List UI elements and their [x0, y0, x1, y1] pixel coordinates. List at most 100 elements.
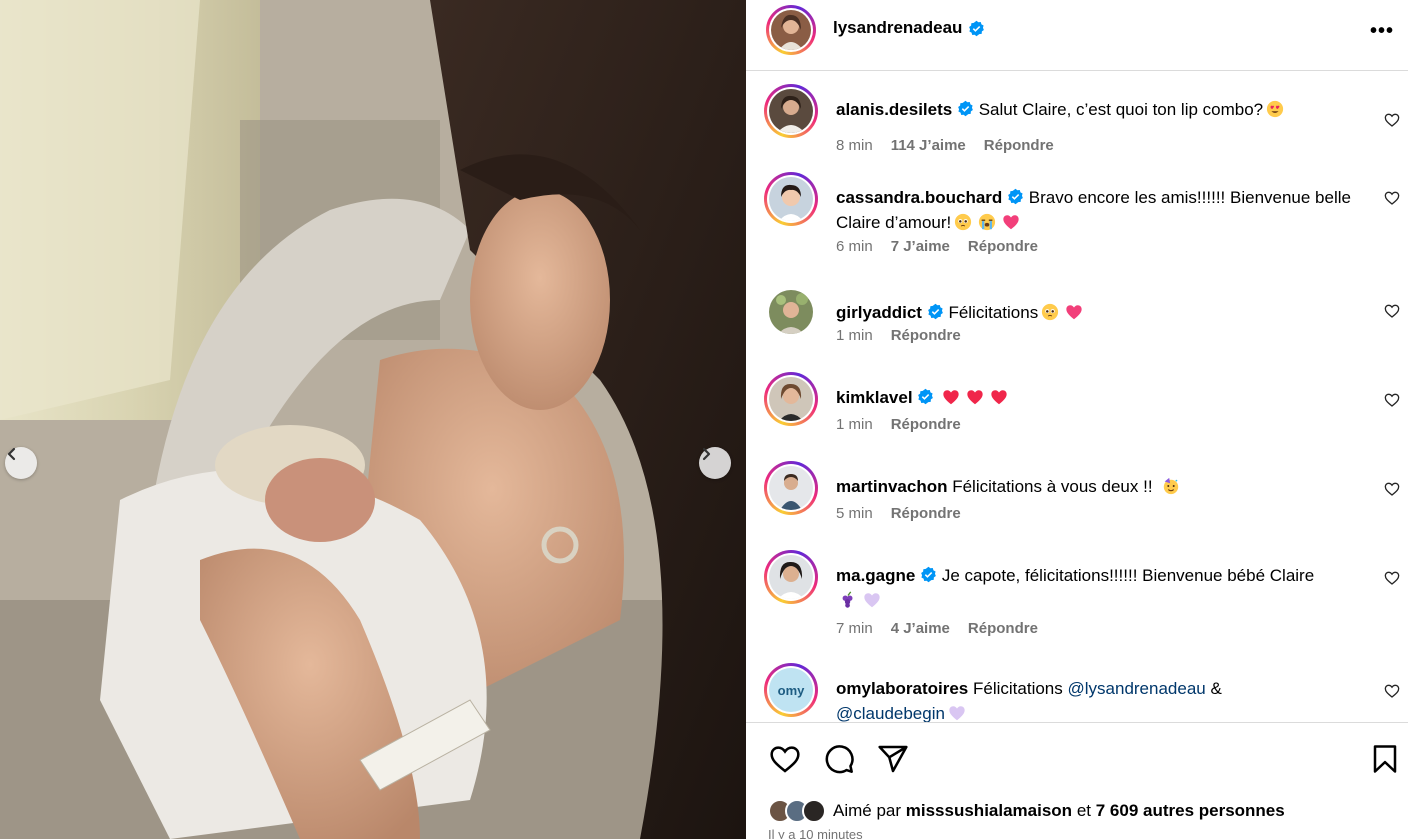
- comment-time[interactable]: 1 min: [836, 327, 873, 344]
- comment-like-count[interactable]: 4 J’aime: [891, 620, 950, 637]
- verified-badge-icon: [918, 388, 934, 405]
- pink-heart-emoji-icon: [1003, 215, 1019, 230]
- comment-like-count[interactable]: 114 J’aime: [891, 137, 966, 154]
- comment-body: Félicitations à vous deux !!: [952, 477, 1153, 496]
- verified-badge-icon: [927, 303, 943, 320]
- chevron-right-icon: [702, 447, 711, 461]
- reply-button[interactable]: Répondre: [891, 416, 961, 433]
- more-options-button[interactable]: •••: [1370, 20, 1394, 43]
- commenter-avatar-ring[interactable]: [764, 550, 818, 604]
- verified-badge-icon: [969, 20, 985, 36]
- avatar: [769, 555, 813, 599]
- mention-link[interactable]: @claudebegin: [836, 704, 945, 722]
- next-photo-button[interactable]: [699, 447, 731, 479]
- save-bookmark-icon[interactable]: [1370, 743, 1400, 775]
- liked-by-username[interactable]: misssushialamaison: [906, 801, 1072, 820]
- comment-username[interactable]: omylaboratoires: [836, 679, 968, 698]
- avatar: [769, 466, 813, 510]
- chevron-left-icon: [7, 447, 16, 461]
- comment-text-line: martinvachon Félicitations à vous deux !…: [836, 474, 1356, 499]
- avatar: [802, 799, 826, 823]
- commenter-avatar-ring[interactable]: [764, 172, 818, 226]
- reply-button[interactable]: Répondre: [891, 327, 961, 344]
- comment-text-line: cassandra.bouchard Bravo encore les amis…: [836, 185, 1356, 235]
- comment-like-count[interactable]: 7 J’aime: [891, 238, 950, 255]
- comment-meta: 1 min Répondre: [836, 416, 961, 433]
- author-username-row: lysandrenadeau: [833, 18, 985, 38]
- author-username[interactable]: lysandrenadeau: [833, 18, 962, 38]
- avatar: [769, 177, 813, 221]
- comment-text-line: girlyaddict Félicitations: [836, 300, 1356, 325]
- avatar: [771, 10, 811, 50]
- likes-summary: Aimé par misssushialamaison et 7 609 aut…: [768, 799, 1285, 823]
- comment-meta: 5 min Répondre: [836, 505, 961, 522]
- comment-time[interactable]: 8 min: [836, 137, 873, 154]
- comment-username[interactable]: martinvachon: [836, 477, 947, 496]
- comment-time[interactable]: 5 min: [836, 505, 873, 522]
- loudly-crying-emoji-icon: [979, 213, 996, 231]
- lavender-heart-emoji-icon: [864, 593, 880, 608]
- comment-username[interactable]: girlyaddict: [836, 303, 922, 322]
- like-heart-icon[interactable]: [768, 743, 802, 775]
- avatar: [769, 89, 813, 133]
- post-details-panel: lysandrenadeau ••• alanis.desilets Salut…: [746, 0, 1408, 839]
- like-comment-heart-icon[interactable]: [1384, 190, 1400, 206]
- post-timestamp[interactable]: Il y a 10 minutes: [768, 827, 863, 839]
- like-comment-heart-icon[interactable]: [1384, 481, 1400, 497]
- comment-username[interactable]: cassandra.bouchard: [836, 188, 1002, 207]
- post-header: lysandrenadeau •••: [746, 0, 1408, 71]
- likes-text: Aimé par misssushialamaison et 7 609 aut…: [833, 801, 1285, 821]
- author-avatar-ring[interactable]: [766, 5, 816, 55]
- like-comment-heart-icon[interactable]: [1384, 683, 1400, 699]
- comment-meta: 6 min 7 J’aime Répondre: [836, 238, 1038, 255]
- comment-time[interactable]: 7 min: [836, 620, 873, 637]
- others-count-link[interactable]: 7 609 autres personnes: [1096, 801, 1285, 820]
- comments-list[interactable]: alanis.desilets Salut Claire, c’est quoi…: [746, 72, 1408, 722]
- red-heart-emoji-icon: [967, 390, 983, 405]
- avatar: [769, 377, 813, 421]
- comment-text-line: kimklavel: [836, 385, 1356, 410]
- liked-by-connector: et: [1076, 801, 1091, 820]
- comment-time[interactable]: 1 min: [836, 416, 873, 433]
- previous-photo-button[interactable]: [5, 447, 37, 479]
- avatar[interactable]: [769, 290, 813, 334]
- reply-button[interactable]: Répondre: [968, 238, 1038, 255]
- like-comment-heart-icon[interactable]: [1384, 392, 1400, 408]
- reply-button[interactable]: Répondre: [968, 620, 1038, 637]
- comment-text-line: omylaboratoires Félicitations @lysandren…: [836, 676, 1356, 722]
- verified-badge-icon: [921, 566, 936, 583]
- comment-body: Je capote, félicitations!!!!!! Bienvenue…: [941, 566, 1315, 585]
- red-heart-emoji-icon: [991, 390, 1007, 405]
- commenter-avatar-ring[interactable]: omy: [764, 663, 818, 717]
- commenter-avatar-ring[interactable]: [764, 372, 818, 426]
- like-comment-heart-icon[interactable]: [1384, 570, 1400, 586]
- reply-button[interactable]: Répondre: [891, 505, 961, 522]
- comment-meta: 1 min Répondre: [836, 327, 961, 344]
- mention-link[interactable]: @lysandrenadeau: [1068, 679, 1206, 698]
- comment-bubble-icon[interactable]: [822, 743, 856, 775]
- liked-by-prefix: Aimé par: [833, 801, 902, 820]
- reply-button[interactable]: Répondre: [984, 137, 1054, 154]
- like-comment-heart-icon[interactable]: [1384, 303, 1400, 319]
- heart-eyes-emoji-icon: [1267, 100, 1284, 118]
- comment-username[interactable]: ma.gagne: [836, 566, 915, 585]
- comment-meta: 8 min 114 J’aime Répondre: [836, 137, 1054, 154]
- comment-username[interactable]: alanis.desilets: [836, 100, 952, 119]
- commenter-avatar-ring[interactable]: [764, 84, 818, 138]
- post-footer: Aimé par misssushialamaison et 7 609 aut…: [746, 722, 1408, 839]
- like-comment-heart-icon[interactable]: [1384, 112, 1400, 128]
- verified-badge-icon: [1008, 188, 1023, 205]
- avatar: omy: [769, 668, 813, 712]
- brand-logo-text: omy: [777, 682, 805, 698]
- comment-text-line: ma.gagne Je capote, félicitations!!!!!! …: [836, 563, 1356, 613]
- verified-badge-icon: [958, 100, 973, 117]
- comment-time[interactable]: 6 min: [836, 238, 873, 255]
- grapes-emoji-icon: [842, 591, 853, 608]
- share-paper-plane-icon[interactable]: [876, 743, 910, 775]
- comment-username[interactable]: kimklavel: [836, 388, 913, 407]
- commenter-avatar-ring[interactable]: [764, 461, 818, 515]
- post-photo[interactable]: [0, 0, 746, 839]
- comment-connector: &: [1210, 679, 1222, 698]
- pleading-face-emoji-icon: [955, 213, 972, 231]
- partying-face-emoji-icon: [1163, 477, 1178, 495]
